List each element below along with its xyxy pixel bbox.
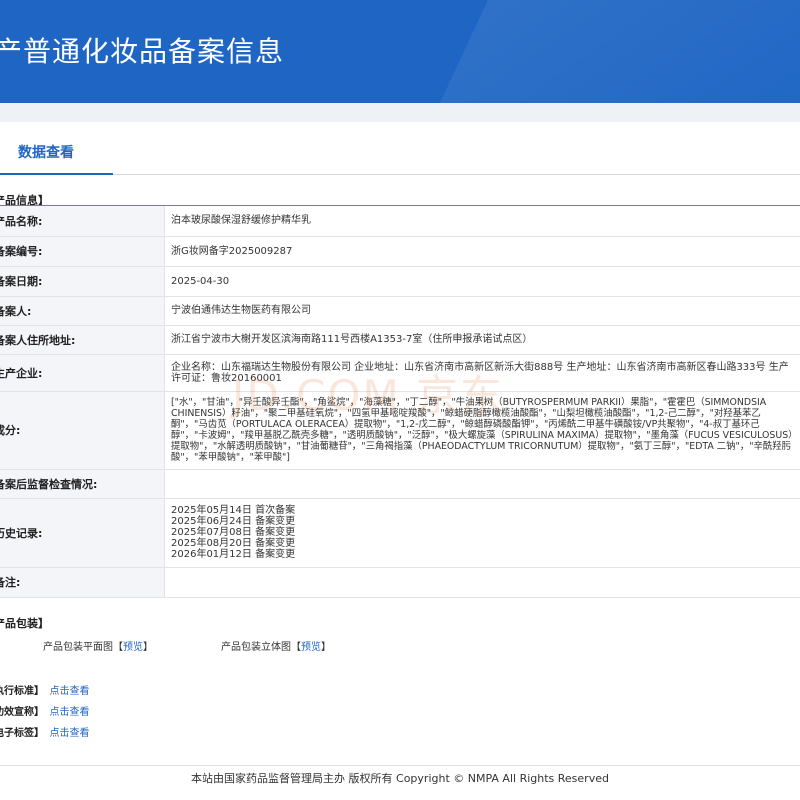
packaging-solid-label: 产品包装立体图 xyxy=(221,642,291,653)
packaging-solid: 产品包装立体图【预览】 xyxy=(221,642,331,653)
tab-data-view-label: 数据查看 xyxy=(18,145,74,161)
field-label: 生产企业: xyxy=(0,354,165,392)
field-label: 历史记录: xyxy=(0,498,165,568)
field-label: 备案日期: xyxy=(0,266,165,297)
watermark: JD.COM 京东 xyxy=(232,371,505,420)
header-banner: 产普通化妆品备案信息 xyxy=(0,0,800,103)
table-row: 备案后监督检查情况: xyxy=(0,469,800,499)
banner-decoration xyxy=(418,0,800,103)
page-title: 产普通化妆品备案信息 xyxy=(0,35,285,68)
packaging-flat: 产品包装平面图【预览】 xyxy=(43,642,153,653)
field-label: 备案人住所地址: xyxy=(0,325,165,355)
filing-number-value: 浙G妆网备字2025009287 xyxy=(164,236,800,267)
packaging-flat-label: 产品包装平面图 xyxy=(43,642,113,653)
table-row: 备注: xyxy=(0,567,800,598)
field-label: 产品名称: xyxy=(0,206,165,237)
supervision-value xyxy=(164,469,800,499)
standard-row: 执行标准】 点击查看 xyxy=(0,682,89,697)
table-row: 历史记录: 2025年05月14日 首次备案 2025年06月24日 备案变更 … xyxy=(0,498,800,568)
tab-data-view[interactable]: 数据查看 xyxy=(0,122,113,175)
table-row: 备案编号: 浙G妆网备字2025009287 xyxy=(0,236,800,267)
history-entry: 2026年01月12日 备案变更 xyxy=(171,549,296,560)
filer-address-value: 浙江省宁波市大榭开发区滨海南路111号西楼A1353-7室（住所申报承诺试点区） xyxy=(164,325,800,355)
remarks-value xyxy=(164,567,800,598)
efficacy-view-link[interactable]: 点击查看 xyxy=(49,707,89,718)
standard-label: 执行标准】 xyxy=(0,686,44,697)
footer-divider xyxy=(0,765,800,766)
standard-view-link[interactable]: 点击查看 xyxy=(49,686,89,697)
filing-date-value: 2025-04-30 xyxy=(164,266,800,297)
table-row: 备案人住所地址: 浙江省宁波市大榭开发区滨海南路111号西楼A1353-7室（住… xyxy=(0,325,800,355)
table-row: 备案人: 宁波伯通伟达生物医药有限公司 xyxy=(0,296,800,326)
packaging-flat-preview-link[interactable]: 预览 xyxy=(123,642,143,653)
e-label-row: 电子标签】 点击查看 xyxy=(0,724,89,739)
table-row: 备案日期: 2025-04-30 xyxy=(0,266,800,297)
field-label: 备案编号: xyxy=(0,236,165,267)
history-entry: 2025年07月08日 备案变更 xyxy=(171,527,296,538)
field-label: 备案后监督检查情况: xyxy=(0,469,165,499)
packaging-solid-preview-link[interactable]: 预览 xyxy=(301,642,321,653)
e-label-label: 电子标签】 xyxy=(0,728,44,739)
e-label-view-link[interactable]: 点击查看 xyxy=(49,728,89,739)
history-entry: 2025年06月24日 备案变更 xyxy=(171,516,296,527)
field-label: 备注: xyxy=(0,567,165,598)
filer-value: 宁波伯通伟达生物医药有限公司 xyxy=(164,296,800,326)
tab-bar: 数据查看 xyxy=(0,122,800,175)
product-name-value: 泊本玻尿酸保湿舒缓修护精华乳 xyxy=(164,206,800,237)
efficacy-row: 功效宣称】 点击查看 xyxy=(0,703,89,718)
footer-copyright: 本站由国家药品监督管理局主办 版权所有 Copyright © NMPA All… xyxy=(191,772,609,785)
header-spacer xyxy=(0,103,800,122)
table-row: 产品名称: 泊本玻尿酸保湿舒缓修护精华乳 xyxy=(0,206,800,237)
efficacy-label: 功效宣称】 xyxy=(0,707,44,718)
section-title-packaging: 产品包装】 xyxy=(0,617,49,630)
field-label: 备案人: xyxy=(0,296,165,326)
history-entry: 2025年08月20日 备案变更 xyxy=(171,538,296,549)
field-label: 成分: xyxy=(0,391,165,470)
history-list: 2025年05月14日 首次备案 2025年06月24日 备案变更 2025年0… xyxy=(164,498,800,568)
history-entry: 2025年05月14日 首次备案 xyxy=(171,505,296,516)
